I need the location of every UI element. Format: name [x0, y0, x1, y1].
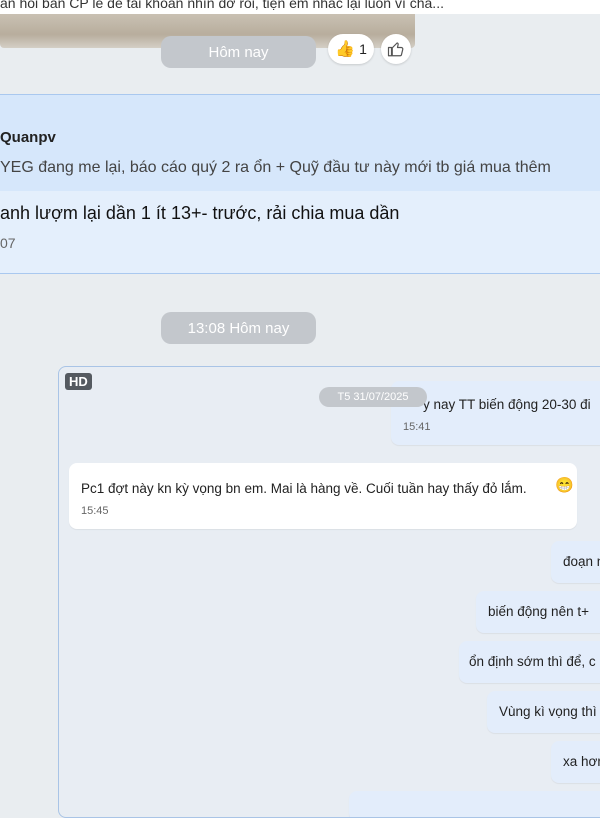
- screenshot-bubble: xa hơn: [551, 741, 600, 783]
- reaction-summary[interactable]: 👍 1: [328, 34, 374, 64]
- bubble-text: xa hơn: [563, 754, 600, 769]
- bubble-text: Vùng kì vọng thì: [499, 704, 597, 719]
- date-separator-time-label: 13:08 Hôm nay: [187, 319, 290, 337]
- bubble-time: 15:41: [403, 421, 431, 433]
- bubble-time: 15:45: [81, 505, 109, 517]
- bubble-text: biến động nên t+: [488, 604, 589, 619]
- quoted-text: YEG đang me lại, báo cáo quý 2 ra ổn + Q…: [0, 159, 551, 176]
- like-button[interactable]: [381, 34, 411, 64]
- screenshot-bubble: biến động nên t+: [476, 591, 600, 633]
- bubble-text: đoạn n: [563, 554, 600, 569]
- screenshot-bubble: ổn định sớm thì để, c: [459, 641, 600, 683]
- screenshot-bubble: Pc1 đợt này kn kỳ vọng bn em. Mai là hàn…: [69, 463, 577, 529]
- screenshot-bubble: [349, 791, 600, 817]
- quoted-message[interactable]: Quanpv YEG đang me lại, báo cáo quý 2 ra…: [0, 95, 600, 191]
- message-text: anh lượm lại dần 1 ít 13+- trước, rải ch…: [0, 203, 400, 223]
- quoted-author: Quanpv: [0, 129, 56, 146]
- reaction-count: 1: [359, 41, 367, 57]
- top-preview-text: ần hỏi bán CP lẻ để tài khoản nhìn đỡ rố…: [0, 0, 444, 11]
- grinning-emoji-icon: 😁: [555, 477, 574, 494]
- inner-date-label: T5 31/07/2025: [337, 391, 409, 403]
- bubble-text: ổn định sớm thì để, c: [469, 654, 596, 669]
- thumbs-up-emoji-icon: 👍: [335, 41, 356, 58]
- inner-date-pill: T5 31/07/2025: [319, 387, 427, 407]
- image-message[interactable]: HD y nay TT biến động 20-30 đi 15:41 T5 …: [58, 366, 600, 818]
- bubble-text: Pc1 đợt này kn kỳ vọng bn em. Mai là hàn…: [81, 481, 527, 496]
- date-separator: Hôm nay: [161, 36, 316, 68]
- bubble-text: y nay TT biến động 20-30 đi: [423, 397, 591, 412]
- top-message-preview: ần hỏi bán CP lẻ để tài khoản nhìn đỡ rố…: [0, 0, 600, 14]
- screenshot-bubble: Vùng kì vọng thì: [487, 691, 600, 733]
- thumbs-up-outline-icon: [387, 42, 404, 57]
- date-separator-label: Hôm nay: [208, 43, 269, 61]
- message-time: 07: [0, 235, 16, 251]
- screenshot-bubble: đoạn n: [551, 541, 600, 583]
- date-separator-time: 13:08 Hôm nay: [161, 312, 316, 344]
- message-card[interactable]: Quanpv YEG đang me lại, báo cáo quý 2 ra…: [0, 94, 600, 274]
- hd-badge: HD: [65, 373, 92, 390]
